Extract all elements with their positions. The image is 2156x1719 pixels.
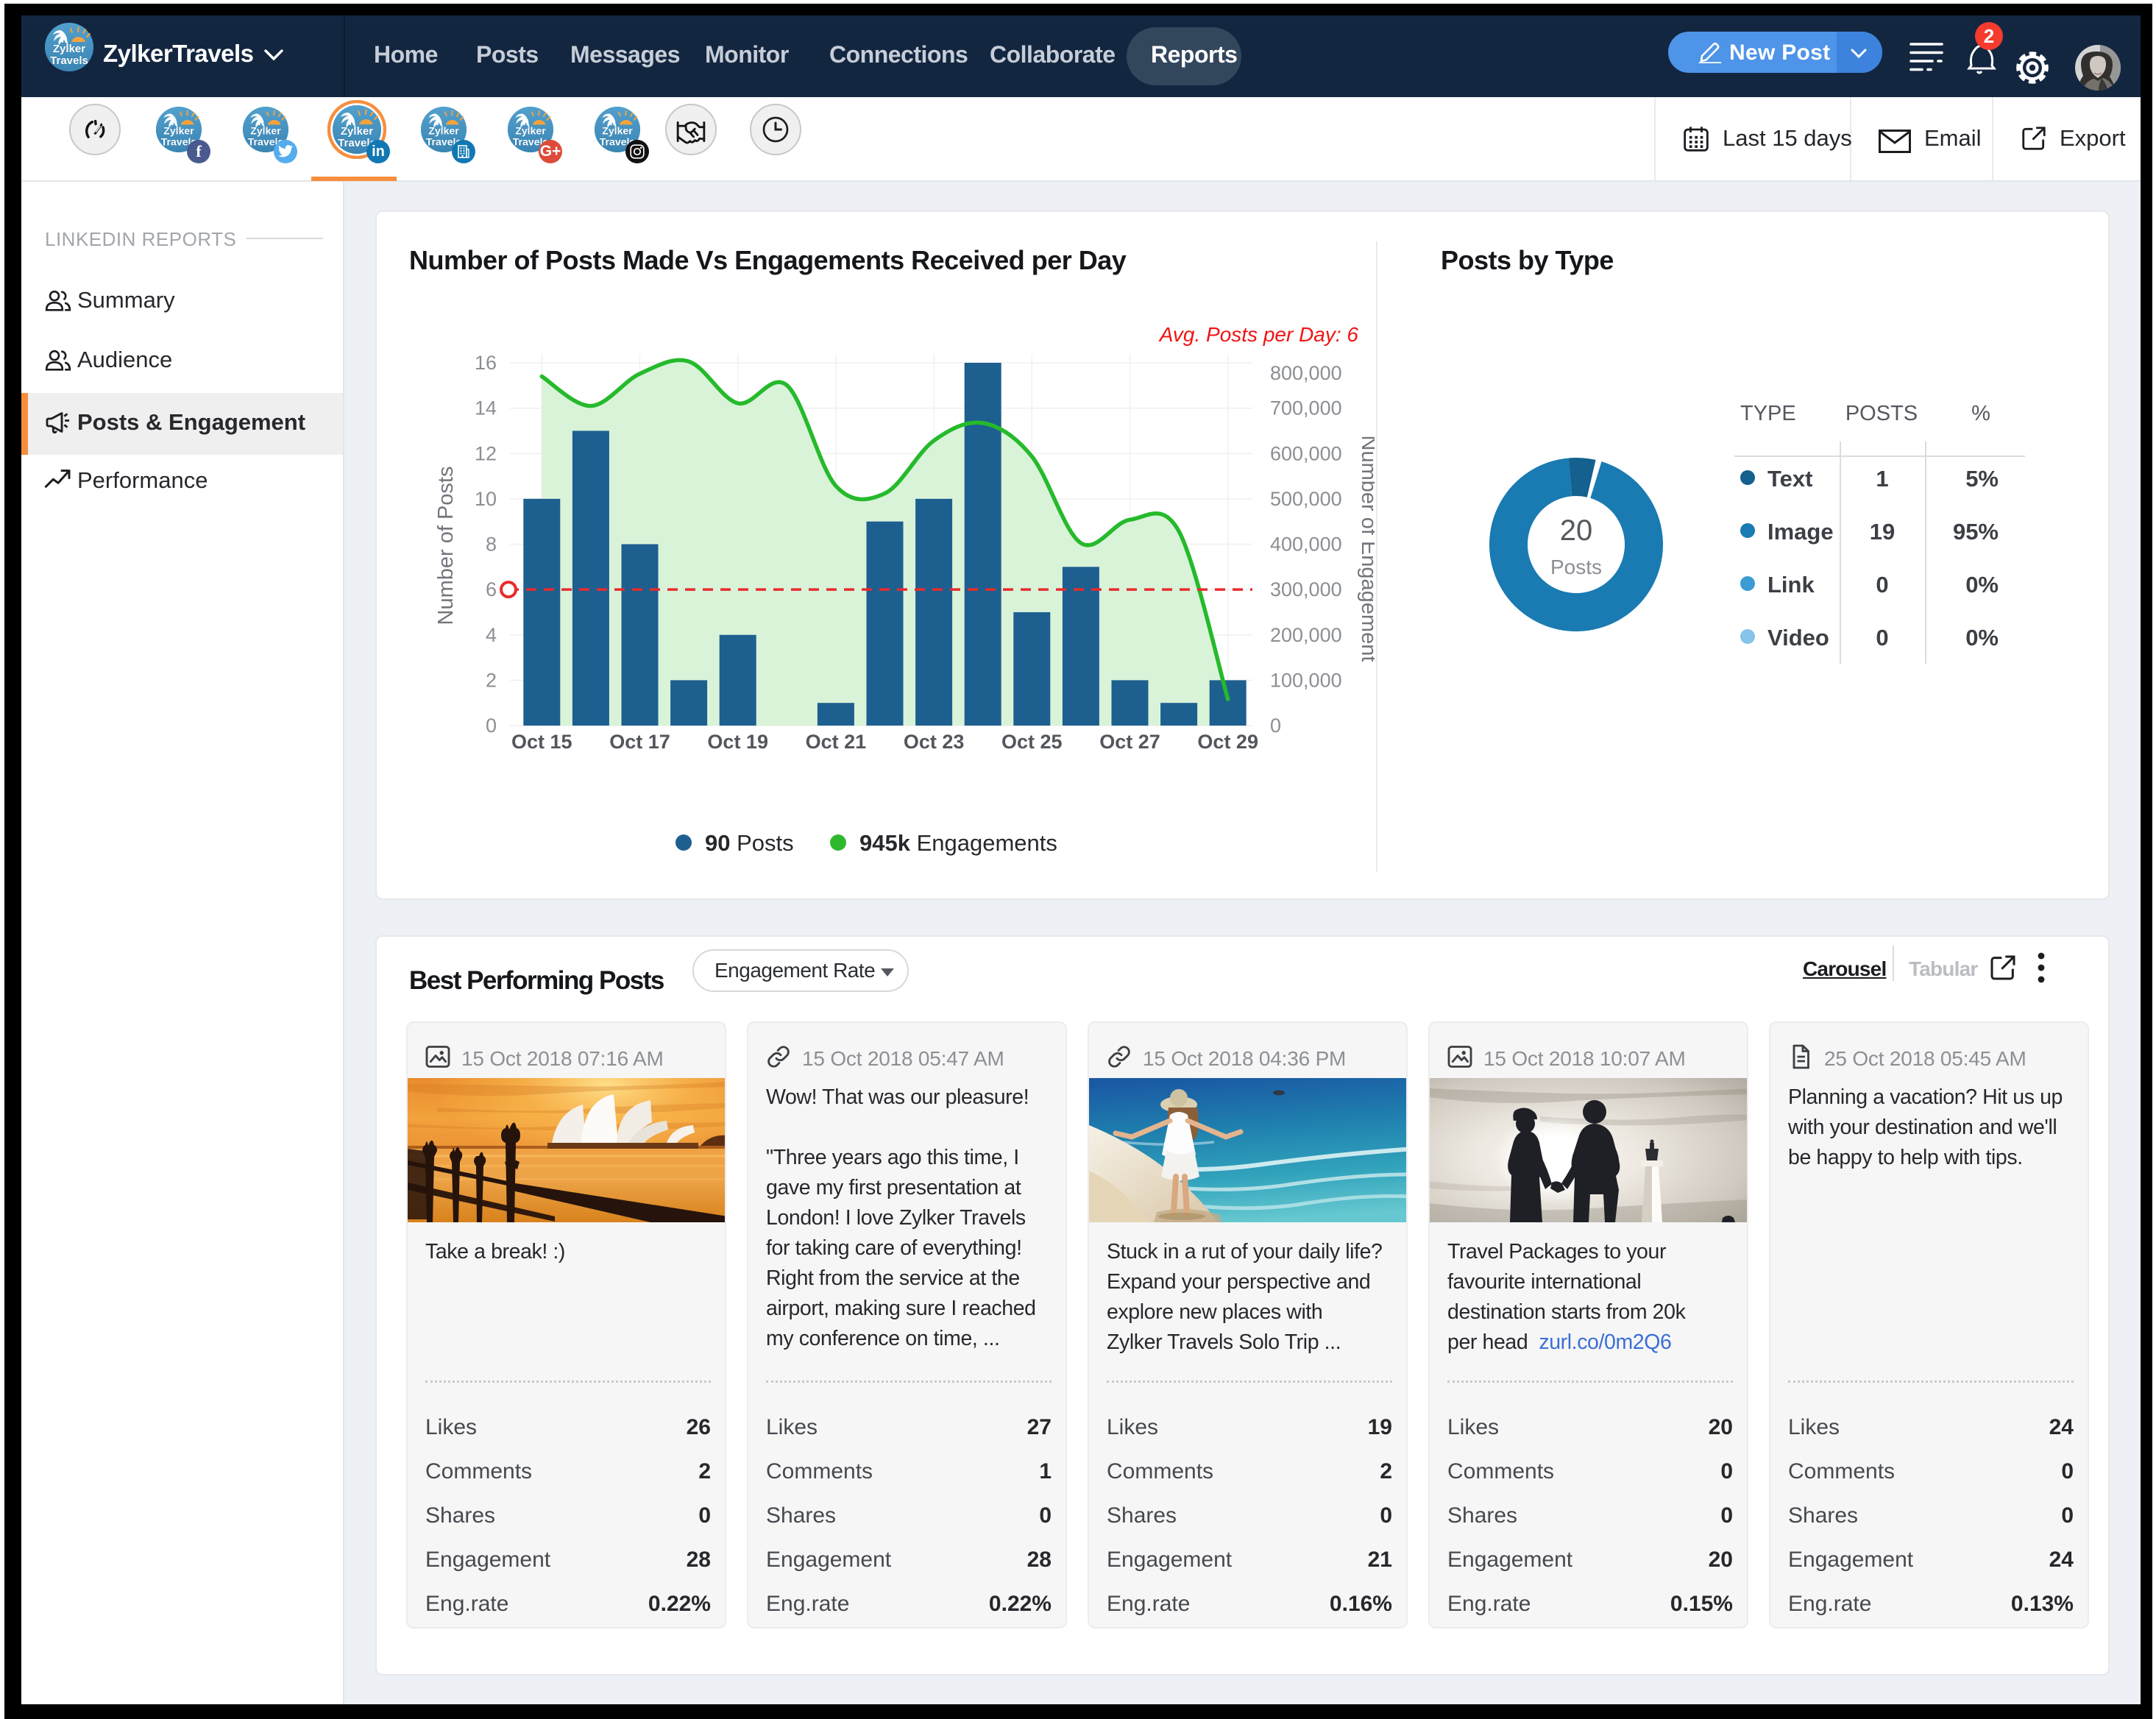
svg-text:16: 16 xyxy=(475,352,497,374)
svg-text:Oct 25: Oct 25 xyxy=(1001,731,1063,753)
svg-text:700,000: 700,000 xyxy=(1270,397,1342,419)
svg-text:6: 6 xyxy=(486,578,497,600)
svg-text:2: 2 xyxy=(486,669,497,691)
svg-text:14: 14 xyxy=(475,397,497,419)
svg-text:Number of Engagement: Number of Engagement xyxy=(1357,436,1375,662)
svg-text:600,000: 600,000 xyxy=(1270,442,1342,464)
svg-text:Oct 23: Oct 23 xyxy=(904,731,965,753)
svg-text:10: 10 xyxy=(475,488,497,510)
svg-text:20: 20 xyxy=(1560,514,1593,547)
svg-text:800,000: 800,000 xyxy=(1270,362,1342,384)
svg-text:400,000: 400,000 xyxy=(1270,534,1342,556)
svg-text:0: 0 xyxy=(486,715,497,737)
svg-text:500,000: 500,000 xyxy=(1270,488,1342,510)
svg-text:0: 0 xyxy=(1270,715,1281,737)
svg-text:Oct 15: Oct 15 xyxy=(511,731,572,753)
svg-text:100,000: 100,000 xyxy=(1270,669,1342,691)
svg-text:Oct 19: Oct 19 xyxy=(707,731,768,753)
svg-text:Oct 29: Oct 29 xyxy=(1197,731,1258,753)
svg-text:200,000: 200,000 xyxy=(1270,624,1342,646)
svg-text:4: 4 xyxy=(486,624,497,646)
svg-text:Number of Posts: Number of Posts xyxy=(434,467,458,625)
svg-text:12: 12 xyxy=(475,442,497,464)
svg-text:Oct 21: Oct 21 xyxy=(806,731,867,753)
svg-text:8: 8 xyxy=(486,534,497,556)
svg-text:Posts: Posts xyxy=(1550,556,1602,578)
svg-text:Oct 27: Oct 27 xyxy=(1099,731,1160,753)
svg-text:300,000: 300,000 xyxy=(1270,578,1342,600)
svg-text:Oct 17: Oct 17 xyxy=(609,731,670,753)
